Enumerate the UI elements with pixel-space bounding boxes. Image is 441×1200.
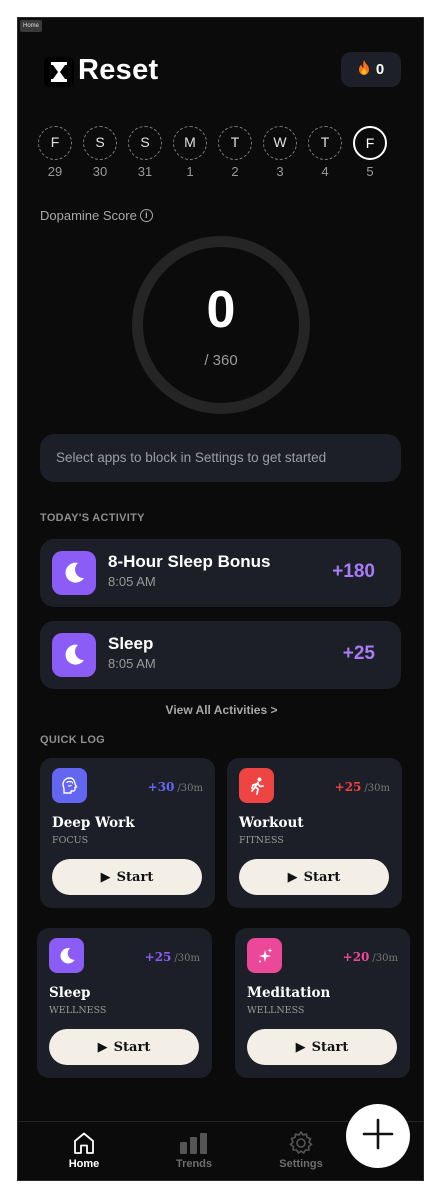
quick-log-heading: QUICK LOG bbox=[40, 734, 106, 746]
quick-log-category: FOCUS bbox=[52, 835, 89, 846]
activity-title: 8-Hour Sleep Bonus bbox=[108, 552, 271, 571]
score-label-text: Dopamine Score bbox=[40, 208, 137, 223]
start-button[interactable]: ▶ Start bbox=[239, 859, 389, 895]
running-icon bbox=[239, 768, 274, 803]
day-date: 31 bbox=[137, 164, 153, 179]
tab-label: Home bbox=[68, 1158, 100, 1170]
start-button[interactable]: ▶ Start bbox=[49, 1029, 199, 1065]
quick-log-points: +25/30m bbox=[144, 950, 200, 964]
day-2[interactable]: S 31 bbox=[128, 126, 162, 179]
activity-points: +180 bbox=[332, 561, 375, 582]
day-circle: T bbox=[308, 126, 342, 160]
quick-log-category: FITNESS bbox=[239, 835, 284, 846]
play-icon: ▶ bbox=[97, 1039, 108, 1055]
quick-log-title: Sleep bbox=[49, 985, 91, 1001]
day-date: 4 bbox=[321, 164, 329, 179]
quick-log-title: Workout bbox=[239, 815, 304, 831]
quick-log-points: +20/30m bbox=[342, 950, 398, 964]
day-1[interactable]: S 30 bbox=[83, 126, 117, 179]
quick-log-card-workout: +25/30m Workout FITNESS ▶ Start bbox=[227, 758, 402, 908]
quick-log-category: WELLNESS bbox=[247, 1005, 305, 1016]
day-circle: T bbox=[218, 126, 252, 160]
header: Reset 0 bbox=[40, 52, 401, 94]
plus-icon bbox=[361, 1117, 395, 1156]
gear-icon bbox=[266, 1128, 336, 1158]
quick-log-card-meditation: +20/30m Meditation WELLNESS ▶ Start bbox=[235, 928, 410, 1078]
day-7[interactable]: F5 bbox=[353, 126, 387, 179]
app-title: Reset bbox=[78, 54, 159, 86]
day-date: 30 bbox=[92, 164, 108, 179]
day-circle: S bbox=[83, 126, 117, 160]
start-button[interactable]: ▶ Start bbox=[247, 1029, 397, 1065]
day-5[interactable]: W3 bbox=[263, 126, 297, 179]
sparkle-icon bbox=[247, 938, 282, 973]
play-icon: ▶ bbox=[287, 869, 298, 885]
day-0[interactable]: F 29 bbox=[38, 126, 72, 179]
play-icon: ▶ bbox=[100, 869, 111, 885]
dopamine-score-label: Dopamine Score i bbox=[40, 208, 153, 223]
activity-time: 8:05 AM bbox=[108, 656, 156, 671]
todays-activity-heading: TODAY'S ACTIVITY bbox=[40, 512, 145, 524]
quick-log-points: +30/30m bbox=[147, 780, 203, 794]
quick-log-category: WELLNESS bbox=[49, 1005, 107, 1016]
moon-icon bbox=[49, 938, 84, 973]
setup-banner[interactable]: Select apps to block in Settings to get … bbox=[40, 434, 401, 482]
day-date: 2 bbox=[231, 164, 239, 179]
day-date: 5 bbox=[366, 164, 374, 179]
day-3[interactable]: M1 bbox=[173, 126, 207, 179]
day-circle: F bbox=[353, 126, 387, 160]
quick-log-card-deep-work: +30/30m Deep Work FOCUS ▶ Start bbox=[40, 758, 215, 908]
tab-settings[interactable]: Settings bbox=[266, 1128, 336, 1170]
moon-icon bbox=[52, 551, 96, 595]
start-button[interactable]: ▶ Start bbox=[52, 859, 202, 895]
quick-log-card-sleep: +25/30m Sleep WELLNESS ▶ Start bbox=[37, 928, 212, 1078]
day-6[interactable]: T4 bbox=[308, 126, 342, 179]
tab-home[interactable]: Home bbox=[49, 1128, 119, 1170]
activity-time: 8:05 AM bbox=[108, 574, 156, 589]
bar-chart-icon bbox=[159, 1128, 229, 1158]
score-value: 0 bbox=[206, 281, 236, 339]
window-tag: Home bbox=[20, 20, 43, 32]
day-date: 3 bbox=[276, 164, 284, 179]
quick-log-points: +25/30m bbox=[334, 780, 390, 794]
info-icon[interactable]: i bbox=[139, 209, 153, 222]
app-screen: Home Reset 0 F 29 S 30 S 31 M 1 T 2 W 3 T 4 F 5 Dopamin… bbox=[17, 17, 424, 1181]
activity-points: +25 bbox=[342, 643, 375, 664]
score-max: / 360 bbox=[204, 352, 238, 369]
fire-icon bbox=[358, 60, 370, 79]
activity-item[interactable]: 8-Hour Sleep Bonus 8:05 AM +180 bbox=[40, 539, 401, 607]
activity-item[interactable]: Sleep 8:05 AM +25 bbox=[40, 621, 401, 689]
add-button[interactable] bbox=[346, 1104, 410, 1168]
activity-title: Sleep bbox=[108, 634, 154, 653]
quick-log-title: Deep Work bbox=[52, 815, 135, 831]
tab-label: Settings bbox=[279, 1158, 323, 1170]
week-strip: F 29 S 30 S 31 M 1 T 2 W 3 T 4 F 5 bbox=[38, 126, 388, 182]
tab-label: Trends bbox=[175, 1158, 213, 1170]
brain-head-icon bbox=[52, 768, 87, 803]
hourglass-icon bbox=[44, 57, 74, 87]
view-all-activities-link[interactable]: View All Activities > bbox=[18, 703, 423, 717]
moon-icon bbox=[52, 633, 96, 677]
home-icon bbox=[49, 1128, 119, 1158]
play-icon: ▶ bbox=[295, 1039, 306, 1055]
day-circle: M bbox=[173, 126, 207, 160]
streak-badge[interactable]: 0 bbox=[341, 52, 401, 87]
day-circle: S bbox=[128, 126, 162, 160]
streak-count: 0 bbox=[375, 61, 385, 78]
day-date: 1 bbox=[186, 164, 194, 179]
day-date: 29 bbox=[47, 164, 63, 179]
quick-log-title: Meditation bbox=[247, 985, 331, 1001]
day-circle: W bbox=[263, 126, 297, 160]
tab-trends[interactable]: Trends bbox=[159, 1128, 229, 1170]
day-circle: F bbox=[38, 126, 72, 160]
day-4[interactable]: T2 bbox=[218, 126, 252, 179]
